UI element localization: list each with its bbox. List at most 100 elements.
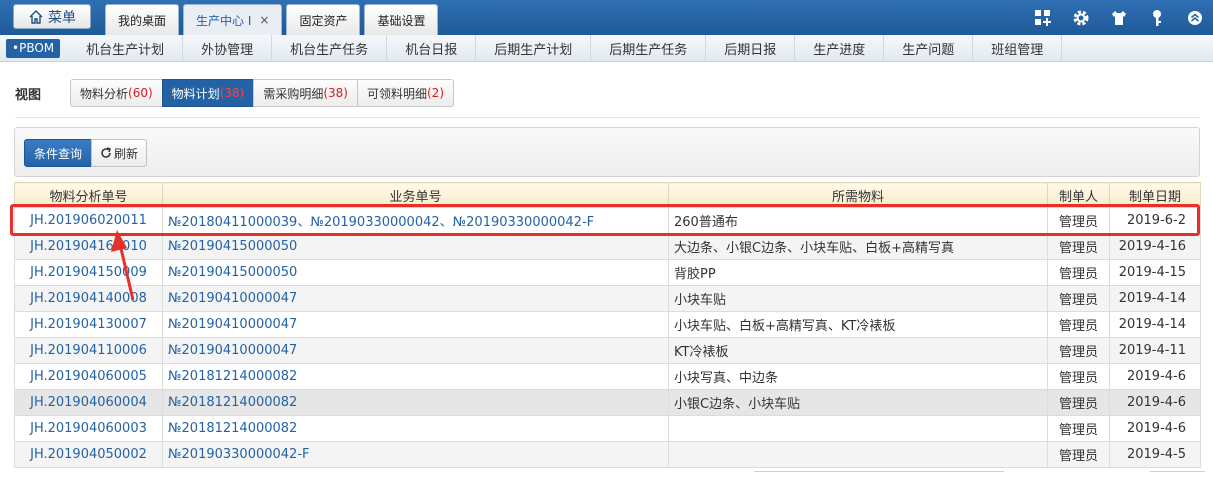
cell-business-no[interactable]: №20190410000047 [162,311,669,338]
table-header: 物料分析单号 业务单号 所需物料 制单人 制单日期 [14,182,1201,208]
cell-date: 2019-4-14 [1109,285,1201,312]
view-tab-material-analysis[interactable]: 物料分析 (60) [70,79,163,107]
cell-business-no[interactable]: №20190415000050 [162,259,669,286]
count-badge: (2) [427,86,444,100]
menu-label: 菜单 [48,9,76,26]
chevron-up-circle-icon[interactable] [1185,8,1205,28]
column-header-business-no[interactable]: 业务单号 [162,182,669,208]
table-row[interactable]: JH.201904060004 №20181214000082 小银C边条、小块车贴… [14,389,1201,416]
cell-creator: 管理员 [1047,285,1110,312]
cell-business-no[interactable]: №20181214000082 [162,389,669,416]
divider [15,117,1200,118]
count-badge: (38) [219,86,245,100]
pager-edge [1150,471,1205,477]
nav-item-post-task[interactable]: 后期生产任务 [591,34,707,62]
cell-analysis-no[interactable]: JH.201904110006 [14,337,163,364]
cell-analysis-no[interactable]: JH.201904130007 [14,311,163,338]
view-tab-material-plan[interactable]: 物料计划 (38) [161,79,255,107]
tab-fixed-assets[interactable]: 固定资产 [286,4,361,35]
module-nav: •PBOM 机台生产计划 外协管理 机台生产任务 机台日报 后期生产计划 后期生… [0,34,1213,62]
count-badge: (38) [323,86,348,100]
nav-item-problems[interactable]: 生产问题 [884,34,974,62]
cell-date: 2019-4-16 [1109,233,1201,260]
table-row[interactable]: JH.201906020011 №20180411000039、№20190330… [14,207,1201,234]
cell-creator: 管理员 [1047,441,1110,468]
cell-date: 2019-4-15 [1109,259,1201,286]
view-tab-purchase-detail[interactable]: 需采购明细 (38) [253,79,358,107]
cell-materials [668,415,1048,442]
cell-materials: 小银C边条、小块车贴 [668,389,1048,416]
nav-item-progress[interactable]: 生产进度 [795,34,885,62]
column-header-materials[interactable]: 所需物料 [668,182,1048,208]
table-row[interactable]: JH.201904060003 №20181214000082 管理员 2019-4-… [14,415,1201,442]
refresh-button[interactable]: 刷新 [91,139,148,167]
tab-basic-settings[interactable]: 基础设置 [364,4,439,35]
column-header-date[interactable]: 制单日期 [1109,182,1201,208]
cell-business-no[interactable]: №20180411000039、№20190330000042、№2019033… [162,207,669,234]
grid-plus-icon[interactable] [1033,8,1053,28]
cell-analysis-no[interactable]: JH.201904060005 [14,363,163,390]
cell-date: 2019-4-5 [1109,441,1201,468]
pbom-badge[interactable]: •PBOM [6,38,61,58]
cell-analysis-no[interactable]: JH.201904150009 [14,259,163,286]
cell-creator: 管理员 [1047,363,1110,390]
cell-creator: 管理员 [1047,337,1110,364]
cell-materials: 大边条、小银C边条、小块车贴、白板+高精写真 [668,233,1048,260]
cell-date: 2019-4-14 [1109,311,1201,338]
nav-item-machine-daily[interactable]: 机台日报 [387,34,477,62]
table-row[interactable]: JH.201904160010 №20190415000050 大边条、小银C边条、… [14,233,1201,260]
shirt-icon[interactable] [1109,8,1129,28]
view-tab-pickable-detail[interactable]: 可领料明细 (2) [356,79,454,107]
cell-materials: 260普通布 [668,207,1048,234]
table-row[interactable]: JH.201904050002 №20190330000042-F 管理员 2019-… [14,441,1201,468]
table-row[interactable]: JH.201904130007 №20190410000047 小块车贴、白板+高精… [14,311,1201,338]
cell-date: 2019-4-6 [1109,363,1201,390]
cell-analysis-no[interactable]: JH.201904060003 [14,415,163,442]
cell-business-no[interactable]: №20190410000047 [162,337,669,364]
tab-my-desktop[interactable]: 我的桌面 [105,4,180,35]
gear-icon[interactable] [1071,8,1091,28]
cell-materials: 背胶PP [668,259,1048,286]
nav-item-post-daily[interactable]: 后期日报 [706,34,796,62]
column-header-creator[interactable]: 制单人 [1047,182,1110,208]
table-row[interactable]: JH.201904150009 №20190415000050 背胶PP 管理员 201… [14,259,1201,286]
key-icon[interactable] [1147,8,1167,28]
cell-analysis-no[interactable]: JH.201906020011 [14,207,163,234]
cell-creator: 管理员 [1047,415,1110,442]
nav-item-post-plan[interactable]: 后期生产计划 [476,34,592,62]
cell-business-no[interactable]: №20181214000082 [162,415,669,442]
table-row[interactable]: JH.201904060005 №20181214000082 小块写真、中边条 管理… [14,363,1201,390]
home-icon [29,9,43,24]
cell-analysis-no[interactable]: JH.201904060004 [14,389,163,416]
top-icons [1015,8,1205,28]
cell-materials: KT冷裱板 [668,337,1048,364]
condition-query-button[interactable]: 条件查询 [24,139,93,167]
cell-business-no[interactable]: №20190415000050 [162,233,669,260]
cell-creator: 管理员 [1047,233,1110,260]
cell-business-no[interactable]: №20190330000042-F [162,441,669,468]
cell-business-no[interactable]: №20190410000047 [162,285,669,312]
cell-analysis-no[interactable]: JH.201904160010 [14,233,163,260]
cell-materials: 小块写真、中边条 [668,363,1048,390]
table-row[interactable]: JH.201904110006 №20190410000047 KT冷裱板 管理员 20… [14,337,1201,364]
top-tabs: 我的桌面 生产中心 I × 固定资产 基础设置 [105,4,442,35]
cell-materials [668,441,1048,468]
cell-creator: 管理员 [1047,207,1110,234]
nav-item-outsourcing[interactable]: 外协管理 [183,34,273,62]
nav-item-team[interactable]: 班组管理 [973,34,1063,62]
nav-item-machine-plan[interactable]: 机台生产计划 [68,34,184,62]
refresh-icon [101,147,111,158]
close-icon[interactable]: × [259,13,269,27]
nav-item-machine-task[interactable]: 机台生产任务 [272,34,388,62]
cell-materials: 小块车贴、白板+高精写真、KT冷裱板 [668,311,1048,338]
tab-production-center[interactable]: 生产中心 I × [183,4,283,35]
cell-creator: 管理员 [1047,311,1110,338]
cell-analysis-no[interactable]: JH.201904050002 [14,441,163,468]
table-row[interactable]: JH.201904140008 №20190410000047 小块车贴 管理员 201… [14,285,1201,312]
count-badge: (60) [128,86,153,100]
menu-button[interactable]: 菜单 [13,4,91,29]
column-header-analysis-no[interactable]: 物料分析单号 [14,182,163,208]
cell-business-no[interactable]: №20181214000082 [162,363,669,390]
cell-creator: 管理员 [1047,259,1110,286]
cell-analysis-no[interactable]: JH.201904140008 [14,285,163,312]
